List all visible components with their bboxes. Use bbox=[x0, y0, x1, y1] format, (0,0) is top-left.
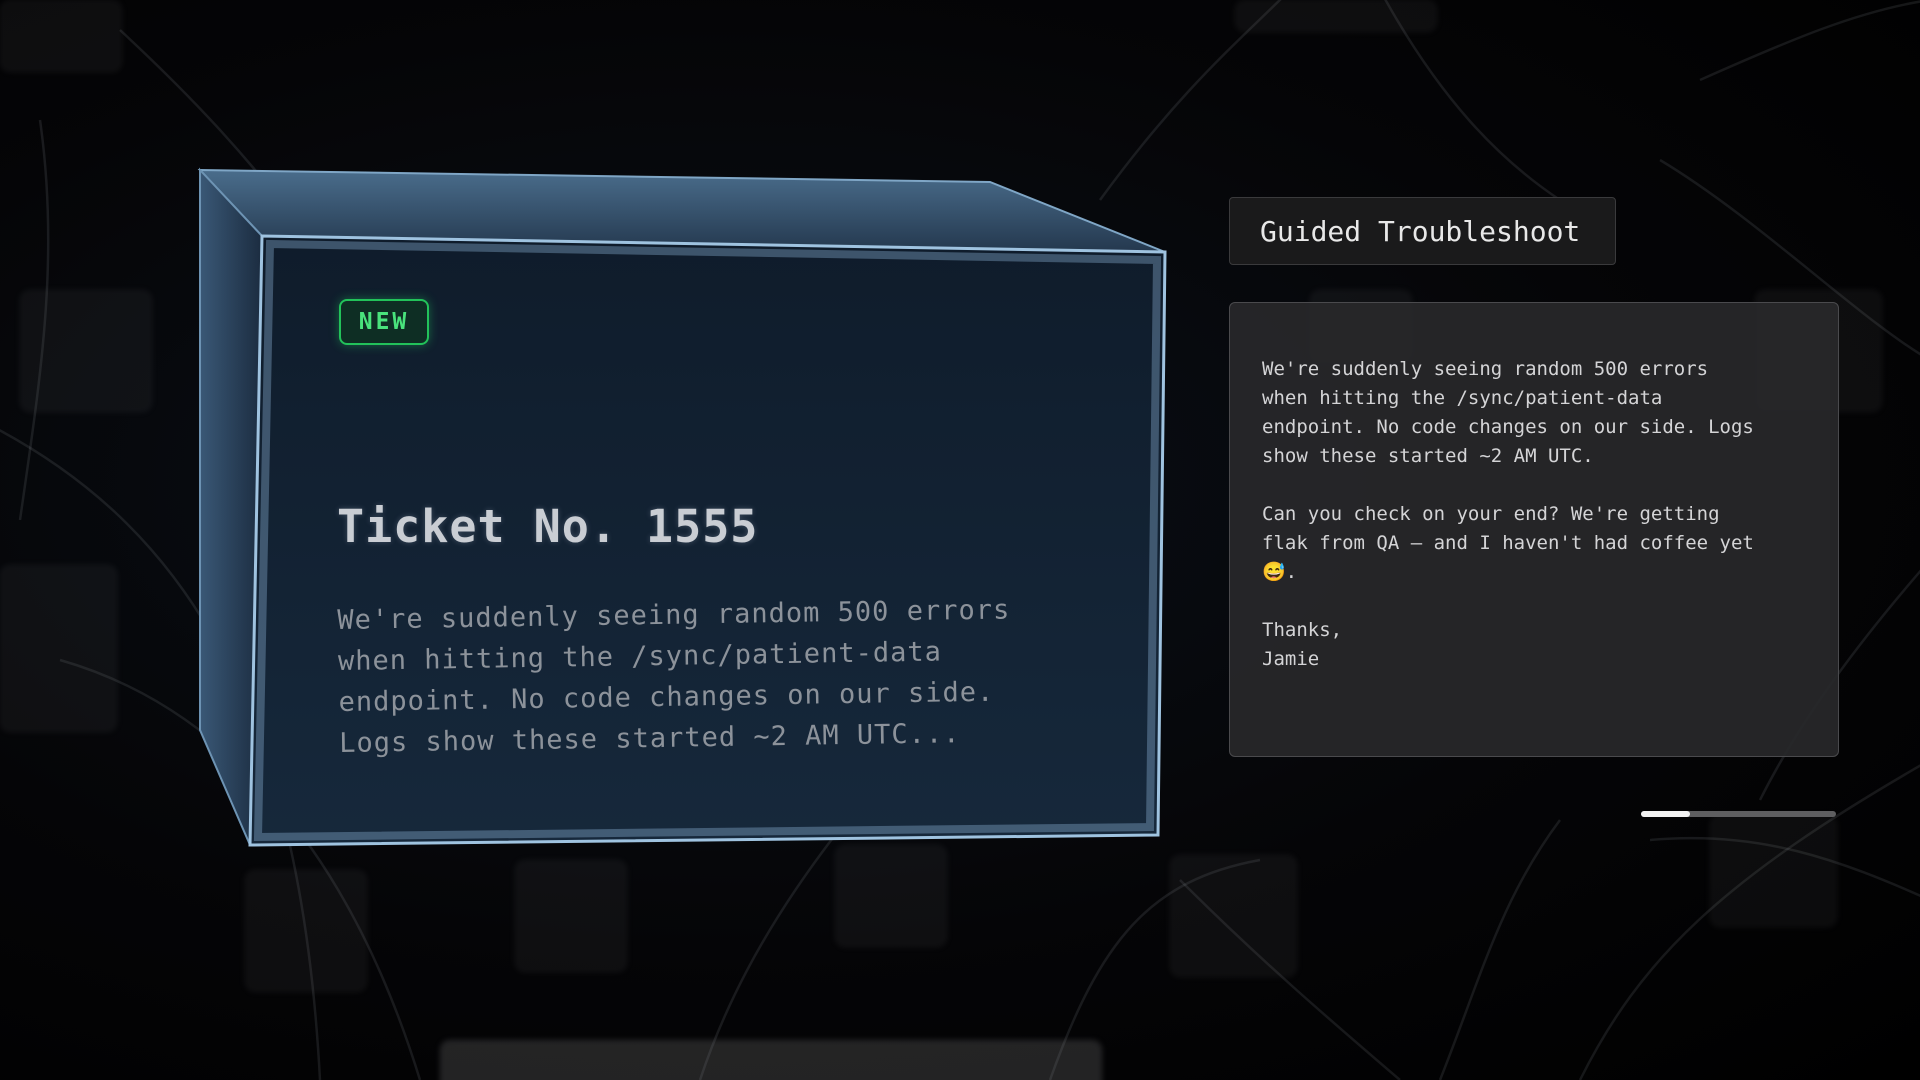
message-line: show these started ~2 AM UTC. bbox=[1262, 445, 1594, 467]
progress-bar bbox=[1641, 811, 1836, 817]
message-signoff-block: Thanks, Jamie bbox=[1262, 616, 1810, 674]
message-paragraph: Can you check on your end? We're getting… bbox=[1262, 500, 1810, 587]
ghost-tile bbox=[1170, 855, 1297, 977]
message-paragraph: We're suddenly seeing random 500 errors … bbox=[1262, 355, 1810, 471]
ticket-preview: We're suddenly seeing random 500 errors … bbox=[337, 588, 1119, 764]
status-badge: NEW bbox=[339, 299, 429, 345]
message-author: Jamie bbox=[1262, 648, 1320, 670]
message-signoff: Thanks, bbox=[1262, 619, 1343, 641]
ghost-tile bbox=[1235, 0, 1437, 32]
message-line: endpoint. No code changes on our side. L… bbox=[1262, 416, 1754, 438]
ghost-tile bbox=[0, 565, 117, 732]
ticket-message-panel[interactable]: We're suddenly seeing random 500 errors … bbox=[1229, 302, 1839, 757]
ghost-tile bbox=[1710, 815, 1837, 927]
message-line: We're suddenly seeing random 500 errors bbox=[1262, 358, 1709, 380]
ghost-tile bbox=[440, 1040, 1102, 1080]
ticket-card[interactable]: NEW Ticket No. 1555 We're suddenly seein… bbox=[197, 167, 1170, 870]
ghost-tile bbox=[245, 870, 367, 992]
ticket-title: Ticket No. 1555 bbox=[337, 500, 759, 553]
message-line: 😅. bbox=[1262, 561, 1298, 583]
ghost-tile bbox=[20, 290, 152, 412]
panel-title: Guided Troubleshoot bbox=[1229, 197, 1616, 265]
ghost-tile bbox=[515, 860, 627, 972]
progress-fill bbox=[1641, 811, 1690, 817]
message-line: flak from QA — and I haven't had coffee … bbox=[1262, 532, 1754, 554]
message-line: Can you check on your end? We're getting bbox=[1262, 503, 1720, 525]
ghost-tile bbox=[0, 0, 122, 72]
message-line: when hitting the /sync/patient-data bbox=[1262, 387, 1663, 409]
